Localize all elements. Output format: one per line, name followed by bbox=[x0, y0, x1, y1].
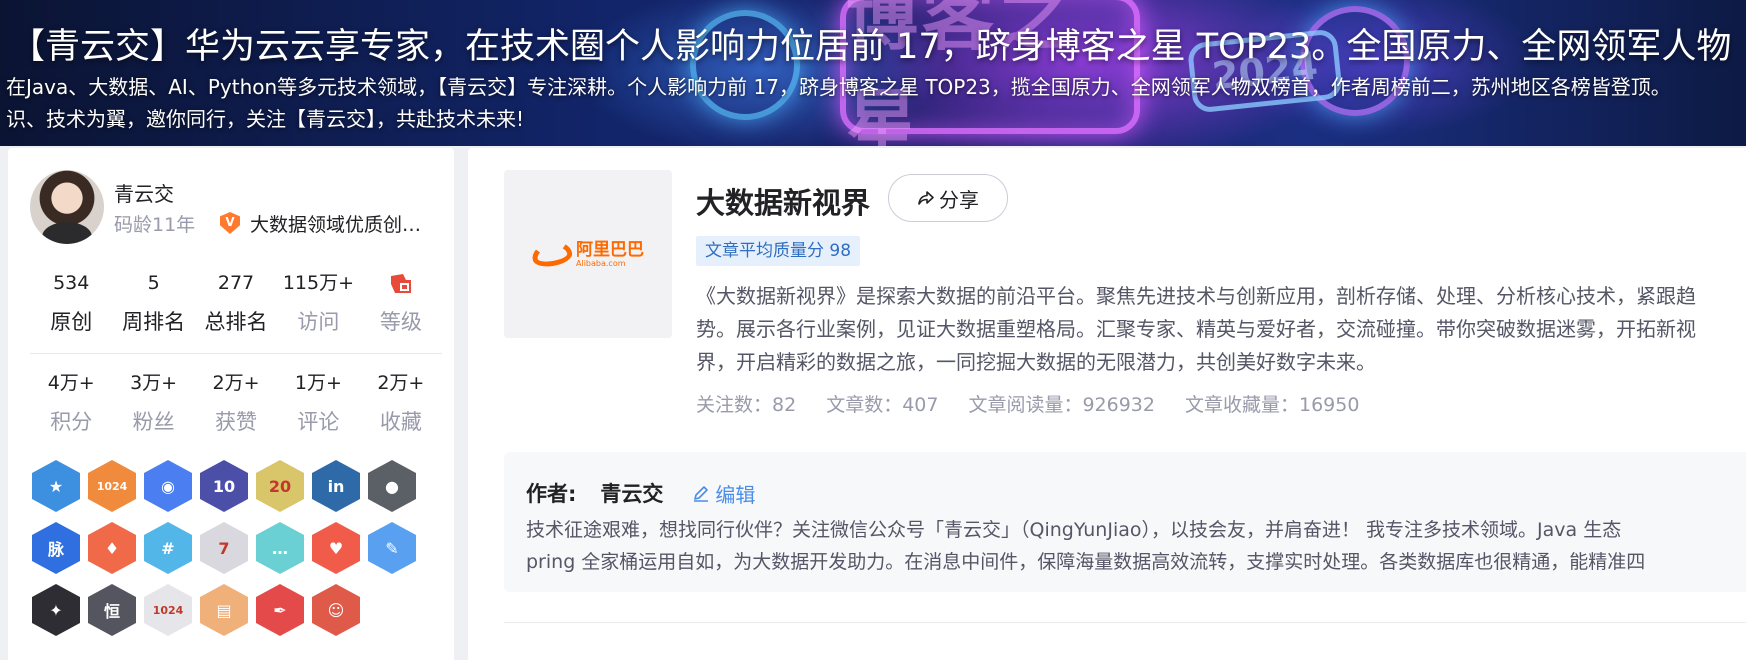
banner-title: 【青云交】华为云云享专家，在技术圈个人影响力位居前 17，跻身博客之星 TOP2… bbox=[10, 27, 1732, 67]
stat-label: 等级 bbox=[379, 310, 422, 334]
book-badge-icon[interactable]: ▤ bbox=[200, 584, 248, 636]
stat-favorites: 2万+ 收藏 bbox=[360, 370, 442, 436]
stat-value: 4万+ bbox=[47, 372, 95, 394]
share-button[interactable]: 分享 bbox=[888, 174, 1008, 222]
logo-text: 阿里巴巴 bbox=[576, 239, 644, 260]
author-line: 作者: 青云交 编辑 bbox=[526, 478, 755, 508]
stat-value: 277 bbox=[217, 272, 255, 294]
monkey-red-badge-icon[interactable]: ☺ bbox=[312, 584, 360, 636]
author-description-line: pring 全家桶运用自如，为大数据开发助力。在消息中间件，保障海量数据高效流转… bbox=[526, 551, 1646, 573]
author-label: 作者: bbox=[526, 482, 577, 506]
banner-description-line: 在Java、大数据、AI、Python等多元技术领域，【青云交】专注深耕。个人影… bbox=[6, 75, 1671, 99]
code-age: 码龄11年 bbox=[114, 214, 196, 236]
stat-value: 534 bbox=[53, 272, 90, 294]
stat-points: 4万+ 积分 bbox=[30, 370, 112, 436]
stats-divider bbox=[30, 353, 442, 354]
author-description-line: 技术征途艰难，想找同行伙伴？关注微信公众号「青云交」（QingYunJiao），… bbox=[526, 519, 1622, 541]
share-icon bbox=[918, 191, 934, 205]
linkedin-badge-icon[interactable]: in bbox=[312, 460, 360, 512]
20-badge-icon[interactable]: 20 bbox=[256, 460, 304, 512]
anniversary-badge-icon[interactable]: 10 bbox=[200, 460, 248, 512]
stat-fans[interactable]: 3万+ 粉丝 bbox=[112, 370, 194, 436]
alibaba-logo: 阿里巴巴 Alibaba.com bbox=[530, 238, 644, 270]
stat-likes: 2万+ 获赞 bbox=[195, 370, 277, 436]
metric-articles: 文章数：407 bbox=[826, 394, 939, 416]
profile-banner: 博客之星 2024 【青云交】华为云云享专家，在技术圈个人影响力位居前 17，跻… bbox=[0, 0, 1746, 146]
stat-value: 2万+ bbox=[212, 372, 260, 394]
share-label: 分享 bbox=[939, 187, 979, 212]
planet-badge-icon[interactable]: ◉ bbox=[144, 460, 192, 512]
stat-level[interactable]: 等级 bbox=[360, 270, 442, 336]
metric-reads: 文章阅读量：926932 bbox=[968, 394, 1155, 416]
stat-label: 访问 bbox=[297, 310, 340, 334]
stat-label: 积分 bbox=[50, 410, 93, 434]
column-metrics: 关注数：82 文章数：407 文章阅读量：926932 文章收藏量：16950 bbox=[696, 390, 1359, 417]
pen-nib-badge-icon[interactable]: ✒ bbox=[256, 584, 304, 636]
column-cover[interactable]: 阿里巴巴 Alibaba.com bbox=[504, 170, 672, 338]
section-divider bbox=[504, 622, 1746, 623]
banner-description-line: 识、技术为翼，邀你同行，关注【青云交】，共赴技术未来! bbox=[6, 107, 525, 131]
metric-favorites: 文章收藏量：16950 bbox=[1184, 394, 1360, 416]
stat-comments: 1万+ 评论 bbox=[277, 370, 359, 436]
stat-value: 3万+ bbox=[130, 372, 178, 394]
1024-badge-icon[interactable]: 1024 bbox=[88, 460, 136, 512]
stat-label: 粉丝 bbox=[132, 410, 175, 434]
graduate-badge-icon[interactable]: ✦ bbox=[32, 584, 80, 636]
stat-value: 5 bbox=[147, 272, 160, 294]
github-badge-icon[interactable]: ● bbox=[368, 460, 416, 512]
column-title: 大数据新视界 bbox=[696, 186, 871, 220]
author-name[interactable]: 青云交 bbox=[600, 478, 663, 508]
column-description: 《大数据新视界》是探索大数据的前沿平台。聚焦先进技术与创新应用，剖析存储、处理、… bbox=[696, 284, 1696, 374]
monkey-badge-icon[interactable]: 7 bbox=[200, 522, 248, 574]
star-badge-icon[interactable]: ★ bbox=[32, 460, 80, 512]
stat-label: 原创 bbox=[50, 310, 93, 334]
stat-label: 周排名 bbox=[122, 310, 186, 334]
column-panel: 阿里巴巴 Alibaba.com 大数据新视界 分享 文章平均质量分 98 《大… bbox=[468, 148, 1746, 660]
hashtag-badge-icon[interactable]: # bbox=[144, 522, 192, 574]
heng-badge-icon[interactable]: 恒 bbox=[88, 584, 136, 636]
stat-label: 评论 bbox=[297, 410, 340, 434]
stat-value: 115万+ bbox=[282, 272, 355, 294]
heart-badge-icon[interactable]: ♥ bbox=[312, 522, 360, 574]
verified-v-icon: V bbox=[220, 212, 240, 234]
stats-row-primary: 534 原创 5 周排名 277 总排名 115万+ 访问 等级 bbox=[30, 270, 442, 336]
author-description: 技术征途艰难，想找同行伙伴？关注微信公众号「青云交」（QingYunJiao），… bbox=[526, 514, 1746, 578]
stat-visits: 115万+ 访问 bbox=[277, 270, 359, 336]
stat-label: 收藏 bbox=[379, 410, 422, 434]
logo-subtext: Alibaba.com bbox=[576, 258, 626, 268]
avatar[interactable] bbox=[30, 170, 104, 244]
stat-original[interactable]: 534 原创 bbox=[30, 270, 112, 336]
profile-card: 青云交 码龄11年 V 大数据领域优质创作者 534 原创 5 周排名 277 … bbox=[8, 148, 454, 660]
stat-label: 获赞 bbox=[215, 410, 258, 434]
chat-badge-icon[interactable]: … bbox=[256, 522, 304, 574]
stat-value: 2万+ bbox=[377, 372, 425, 394]
edit-button[interactable]: 编辑 bbox=[691, 479, 755, 508]
alibaba-mark-icon bbox=[530, 238, 574, 270]
level-blog-icon bbox=[390, 274, 411, 293]
edit-label: 编辑 bbox=[715, 482, 756, 507]
reward-badge-icon[interactable]: ♦ bbox=[88, 522, 136, 574]
author-info-box: 作者: 青云交 编辑 技术征途艰难，想找同行伙伴？关注微信公众号「青云交」（Qi… bbox=[504, 452, 1746, 592]
1024-stars-badge-icon[interactable]: 1024 bbox=[144, 584, 192, 636]
stats-row-secondary: 4万+ 积分 3万+ 粉丝 2万+ 获赞 1万+ 评论 2万+ 收藏 bbox=[30, 370, 442, 436]
stat-weekly-rank[interactable]: 5 周排名 bbox=[112, 270, 194, 336]
stat-total-rank[interactable]: 277 总排名 bbox=[195, 270, 277, 336]
stat-label: 总排名 bbox=[204, 310, 268, 334]
edit-pencil-icon bbox=[694, 486, 709, 502]
stat-value: 1万+ bbox=[294, 372, 342, 394]
username[interactable]: 青云交 bbox=[114, 178, 174, 207]
banner-description: 在Java、大数据、AI、Python等多元技术领域，【青云交】专注深耕。个人影… bbox=[6, 71, 1746, 135]
metric-follows: 关注数：82 bbox=[696, 394, 797, 416]
pencil-badge-icon[interactable]: ✎ bbox=[368, 522, 416, 574]
level-blog-icon bbox=[360, 270, 442, 296]
quality-score-badge: 文章平均质量分 98 bbox=[696, 236, 861, 266]
mai-badge-icon[interactable]: 脉 bbox=[32, 522, 80, 574]
certification-text[interactable]: 大数据领域优质创作者 bbox=[250, 210, 430, 237]
